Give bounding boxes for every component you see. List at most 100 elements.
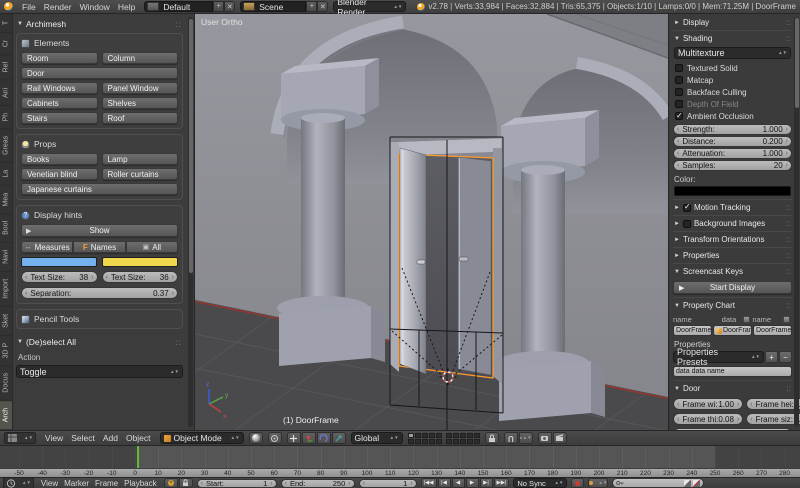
chart-data-field[interactable]: DoorFran.. [713, 325, 752, 336]
scene-value[interactable]: Scene [257, 2, 305, 12]
toolshelf-tab-bool[interactable]: Bool [0, 214, 12, 243]
add-layout-button[interactable]: + [213, 1, 224, 12]
scene-selector[interactable]: Scene + ✕ [240, 1, 328, 12]
menu-window[interactable]: Window [76, 2, 114, 12]
layer-cell[interactable] [429, 433, 435, 438]
measures-toggle[interactable]: ↔ Measures [21, 241, 73, 253]
blender-logo-icon[interactable] [4, 2, 13, 11]
viewport-3d[interactable]: z y x User Ortho (1) DoorFrame [195, 14, 668, 430]
npanel-scrollbar[interactable] [794, 17, 799, 427]
all-toggle[interactable]: ▣ All [126, 241, 178, 253]
menu-help[interactable]: Help [114, 2, 139, 12]
room-button[interactable]: Room [21, 52, 98, 64]
close-layout-button[interactable]: ✕ [224, 1, 235, 12]
venetian-blind-button[interactable]: Venetian blind [21, 168, 98, 180]
archimesh-panel-header[interactable]: ▼ Archimesh :: [16, 16, 183, 33]
cabinets-button[interactable]: Cabinets [21, 97, 98, 109]
orientation-dropdown[interactable]: Global ▲▼ [351, 432, 403, 444]
close-scene-button[interactable]: ✕ [317, 1, 328, 12]
screencast-keys-panel-header[interactable]: ▼Screencast Keys:: [673, 263, 792, 279]
menu-view[interactable]: View [38, 479, 61, 488]
render-engine-dropdown[interactable]: Blender Render ▲▼ [333, 1, 406, 12]
matcap-checkbox[interactable] [675, 76, 683, 84]
shading-mode-dropdown[interactable]: Multitexture ▲▼ [674, 47, 791, 59]
layer-cell[interactable] [408, 439, 414, 444]
layer-cell[interactable] [453, 433, 459, 438]
japanese-curtains-button[interactable]: Japanese curtains [21, 183, 178, 195]
menu-render[interactable]: Render [40, 2, 76, 12]
editor-type-selector[interactable]: ▲▼ [4, 432, 36, 444]
toolshelf-tab-3d-p[interactable]: 3D P [0, 336, 12, 366]
layer-cell[interactable] [436, 433, 442, 438]
rotate-manipulator-button[interactable] [317, 432, 331, 444]
transform-orientations-panel-header[interactable]: ►Transform Orientations:: [673, 231, 792, 247]
roller-curtains-button[interactable]: Roller curtains [102, 168, 179, 180]
frame-end-field[interactable]: ‹End: 250› [281, 479, 355, 488]
ao-attenuation-field[interactable]: ‹Attenuation: 1.000› [673, 148, 792, 159]
layers-widget[interactable] [408, 433, 480, 444]
layer-cell[interactable] [467, 433, 473, 438]
separation-field[interactable]: ‹Separation: 0.37› [21, 287, 178, 299]
shelves-button[interactable]: Shelves [102, 97, 179, 109]
toolshelf-tab-mea[interactable]: Mea [0, 186, 12, 214]
mode-dropdown[interactable]: Object Mode ▲▼ [160, 432, 244, 444]
translate-manipulator-button[interactable] [302, 432, 316, 444]
roof-button[interactable]: Roof [102, 112, 179, 124]
layer-cell[interactable] [422, 439, 428, 444]
manipulator-toggle[interactable] [287, 432, 301, 444]
layer-cell[interactable] [446, 433, 452, 438]
matcap-row[interactable]: Matcap [673, 74, 792, 86]
sync-dropdown[interactable]: No Sync ▲▼ [513, 478, 567, 488]
text-size-field-2[interactable]: ‹Text Size: 36› [102, 271, 179, 283]
panel-drag-dots-icon[interactable]: :: [175, 337, 182, 347]
backface-culling-row[interactable]: Backface Culling [673, 86, 792, 98]
layer-cell[interactable] [467, 439, 473, 444]
layer-cell[interactable] [436, 439, 442, 444]
books-button[interactable]: Books [21, 153, 98, 165]
menu-add[interactable]: Add [99, 433, 122, 443]
toolshelf-tab-import[interactable]: Import [0, 272, 12, 307]
menu-marker[interactable]: Marker [61, 479, 92, 488]
toolshelf-tab-rel[interactable]: Rel [0, 55, 12, 80]
snap-toggle[interactable]: U [504, 432, 518, 444]
play-button[interactable]: ▶ [466, 478, 479, 488]
ao-strength-field[interactable]: ‹Strength: 1.000› [673, 124, 792, 135]
pencil-tools-box[interactable]: Pencil Tools [16, 309, 183, 329]
add-scene-button[interactable]: + [306, 1, 317, 12]
screen-layout-value[interactable]: Default [161, 2, 212, 12]
menu-view[interactable]: View [41, 433, 67, 443]
shading-panel-header[interactable]: ▼Shading:: [673, 30, 792, 46]
layer-cell[interactable] [453, 439, 459, 444]
action-dropdown[interactable]: Toggle ▲▼ [16, 365, 183, 378]
toolshelf-tab-ani[interactable]: Ani [0, 81, 12, 106]
menu-file[interactable]: File [18, 2, 40, 12]
layer-cell[interactable] [460, 439, 466, 444]
door-panel-header[interactable]: ▼Door:: [673, 380, 792, 396]
rail-windows-button[interactable]: Rail Windows [21, 82, 98, 94]
play-reverse-button[interactable]: ◀ [452, 478, 465, 488]
property-chart-panel-header[interactable]: ▼Property Chart:: [673, 297, 792, 313]
active-keying-set-field[interactable] [612, 478, 704, 488]
menu-frame[interactable]: Frame [92, 479, 121, 488]
jump-to-end-button[interactable]: ▶▶| [494, 478, 510, 488]
toolshelf-tab-la[interactable]: La [0, 163, 12, 186]
keying-set-dropdown[interactable]: ▲▼ [588, 478, 608, 488]
toolshelf-tab-greas[interactable]: Greas [0, 129, 12, 163]
toolshelf-tabs[interactable]: TCrRelAniPhGreasLaMeaBoolNaviImportSket3… [0, 14, 13, 430]
frame-thickness-field[interactable]: ‹Frame thi:0.08› [673, 413, 743, 425]
ao-color-swatch[interactable] [674, 186, 791, 196]
layer-cell[interactable] [429, 439, 435, 444]
toolshelf-tab-docus[interactable]: Docus [0, 366, 12, 401]
timeline-track[interactable] [0, 446, 800, 468]
frame-height-field[interactable]: ‹Frame hei:2.10› [746, 398, 800, 410]
textured-solid-row[interactable]: Textured Solid [673, 62, 792, 74]
ambient-occlusion-checkbox[interactable] [675, 112, 683, 120]
menu-playback[interactable]: Playback [121, 479, 159, 488]
ambient-occlusion-row[interactable]: Ambient Occlusion [673, 110, 792, 122]
playback-range-button[interactable] [164, 478, 178, 488]
snap-element-dropdown[interactable]: ▲▼ [519, 432, 533, 444]
properties-presets-dropdown[interactable]: Properties Presets▲▼ [673, 351, 764, 363]
timeline-ruler[interactable]: -50-40-30-20-100102030405060708090100110… [0, 468, 800, 477]
textured-solid-checkbox[interactable] [675, 64, 683, 72]
menu-object[interactable]: Object [122, 433, 155, 443]
